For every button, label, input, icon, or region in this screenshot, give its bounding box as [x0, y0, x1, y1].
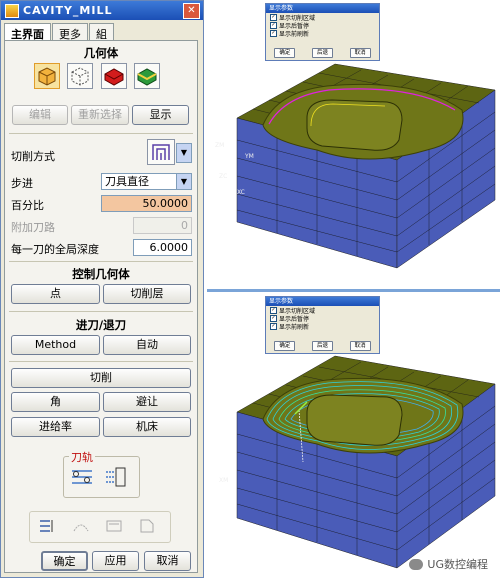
edit-button[interactable]: 编辑	[12, 105, 68, 125]
add-pass-label: 附加刀路	[11, 221, 55, 234]
popup-ok-button[interactable]: 确定	[274, 341, 296, 351]
depth-label: 每一刀的全局深度	[11, 243, 99, 256]
blank-geometry-icon[interactable]	[67, 63, 93, 89]
close-button[interactable]: ✕	[183, 3, 200, 19]
auto-button[interactable]: 自动	[103, 335, 191, 355]
chevron-down-icon: ▼	[176, 174, 191, 189]
cavity-mill-dialog: CAVITY_MILL ✕ 主界面 更多 組 几何体 编辑 重新选择 显示 切削…	[0, 0, 204, 578]
divider	[9, 133, 193, 134]
axis-label: XC	[237, 189, 245, 196]
option-label: 显示前刷新	[279, 30, 310, 38]
check-geometry-icon[interactable]	[101, 63, 127, 89]
verify-icon[interactable]	[71, 517, 91, 538]
popup-back-button[interactable]: 后退	[311, 48, 333, 58]
ok-button[interactable]: 确定	[41, 551, 88, 571]
dialog-title: CAVITY_MILL	[23, 4, 113, 17]
cut-pattern-icon[interactable]	[147, 139, 175, 165]
popup-cancel-button[interactable]: 取消	[349, 48, 371, 58]
dialog-titlebar: CAVITY_MILL	[1, 1, 203, 20]
display-params-popup: 显示参数 ✓ 显示切削区域 ✓ 显示后暂停 ✓ 显示前刷新 确定 后退 取消	[265, 3, 380, 61]
cut-method-dropdown[interactable]: ▼	[176, 143, 192, 163]
toolpath-title: 刀轨	[69, 449, 95, 465]
point-button[interactable]: 点	[11, 284, 100, 304]
chevron-down-icon: ▼	[176, 144, 191, 162]
stepover-label: 步进	[11, 177, 33, 190]
method-button[interactable]: Method	[11, 335, 100, 355]
option-refresh-before[interactable]: ✓ 显示前刷新	[266, 29, 379, 38]
axis-label: XM	[219, 477, 228, 484]
checkbox-icon: ✓	[270, 306, 277, 314]
model-view-before: ZM YM ZC XC 显示参数 ✓ 显示切削区域 ✓ 显示后暂停 ✓ 显示前刷新 确…	[207, 0, 500, 289]
divider	[9, 311, 193, 312]
avoid-button[interactable]: 避让	[103, 392, 191, 412]
stepover-dropdown[interactable]: 刀具直径 ▼	[101, 173, 192, 190]
generate-toolpath-icon[interactable]	[69, 465, 95, 489]
checkbox-icon: ✓	[270, 322, 277, 330]
reselect-button[interactable]: 重新选择	[71, 105, 129, 125]
feed-rate-button[interactable]: 进给率	[11, 417, 100, 437]
main-panel: 几何体 编辑 重新选择 显示 切削方式 ▼ 步进 刀具直径 ▼ 百分比 50.0…	[4, 40, 198, 573]
machine-button[interactable]: 机床	[103, 417, 191, 437]
depth-field[interactable]: 6.0000	[133, 239, 192, 256]
apply-button[interactable]: 应用	[92, 551, 139, 571]
replay-toolpath-icon[interactable]	[103, 465, 129, 489]
geometry-title: 几何体	[83, 46, 119, 60]
watermark-text: UG数控编程	[427, 558, 488, 571]
model-view-after: XM 显示参数 ✓ 显示切削区域 ✓ 显示后暂停 ✓ 显示前刷新 确定 后退 取消 U…	[207, 292, 500, 578]
cut-method-label: 切削方式	[11, 150, 55, 163]
cutting-button[interactable]: 切削	[11, 368, 191, 388]
display-button[interactable]: 显示	[132, 105, 189, 125]
wechat-icon	[409, 558, 424, 570]
popup-cancel-button[interactable]: 取消	[349, 341, 371, 351]
cut-levels-button[interactable]: 切削层	[103, 284, 191, 304]
trim-geometry-icon[interactable]	[134, 63, 160, 89]
popup-back-button[interactable]: 后退	[311, 341, 333, 351]
checkbox-icon: ✓	[270, 13, 277, 21]
axis-label: ZC	[219, 173, 227, 180]
cancel-button[interactable]: 取消	[144, 551, 191, 571]
option-label: 显示前刷新	[279, 323, 310, 331]
part-geometry-icon[interactable]	[34, 63, 60, 89]
postprocess-icon[interactable]	[137, 517, 157, 538]
app-icon	[5, 3, 19, 18]
machine-control-icon[interactable]	[104, 517, 124, 538]
checkbox-icon: ✓	[270, 21, 277, 29]
list-icon[interactable]	[38, 517, 58, 538]
popup-ok-button[interactable]: 确定	[274, 48, 296, 58]
checkbox-icon: ✓	[270, 29, 277, 37]
divider	[9, 361, 193, 362]
watermark: UG数控编程	[409, 556, 488, 572]
add-pass-field[interactable]: 0	[133, 217, 192, 234]
percent-field[interactable]: 50.0000	[101, 195, 192, 212]
axis-label: ZM	[215, 142, 224, 149]
checkbox-icon: ✓	[270, 314, 277, 322]
axis-label: YM	[244, 153, 254, 160]
option-refresh-before[interactable]: ✓ 显示前刷新	[266, 322, 379, 331]
corner-button[interactable]: 角	[11, 392, 100, 412]
divider	[9, 261, 193, 262]
display-params-popup: 显示参数 ✓ 显示切削区域 ✓ 显示后暂停 ✓ 显示前刷新 确定 后退 取消	[265, 296, 380, 354]
engage-retract-title: 进刀/退刀	[75, 318, 127, 332]
stepover-value: 刀具直径	[105, 175, 149, 188]
control-geometry-title: 控制几何体	[72, 267, 130, 281]
percent-label: 百分比	[11, 199, 44, 212]
